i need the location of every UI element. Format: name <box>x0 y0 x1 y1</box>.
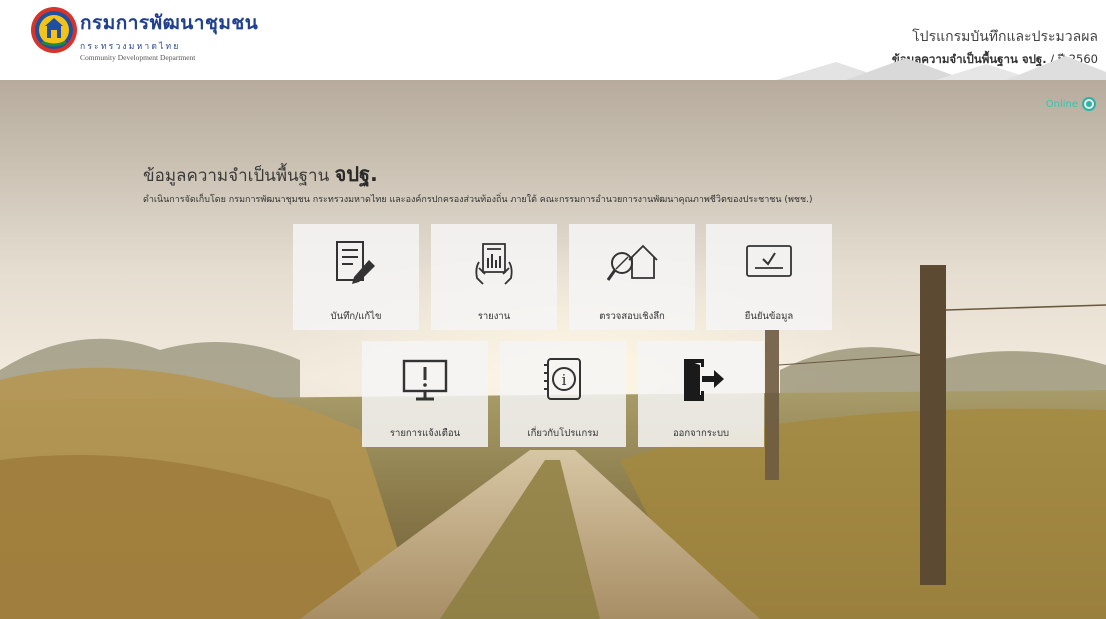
online-indicator-icon <box>1082 97 1096 111</box>
menu-tile-label: เกี่ยวกับโปรแกรม <box>527 428 599 439</box>
header: กรมการพัฒนาชุมชน กระทรวงมหาดไทย Communit… <box>0 0 1106 80</box>
page-title-text: ข้อมูลความจำเป็นพื้นฐาน <box>143 166 330 186</box>
brand-english-name: Community Development Department <box>80 53 196 62</box>
menu-tile-about[interactable]: i เกี่ยวกับโปรแกรม <box>500 341 626 447</box>
page-title: ข้อมูลความจำเป็นพื้นฐาน จปฐ. <box>143 158 378 190</box>
page-title-bold: จปฐ. <box>334 162 378 186</box>
menu-tile-label: ตรวจสอบเชิงลึก <box>599 311 665 322</box>
menu-tile-logout[interactable]: ออกจากระบบ <box>638 341 764 447</box>
brand-name: กรมการพัฒนาชุมชน <box>80 12 259 34</box>
page-description: ดำเนินการจัดเก็บโดย กรมการพัฒนาชุมชน กระ… <box>143 195 813 205</box>
menu-tile-label: บันทึก/แก้ไข <box>330 311 382 322</box>
menu-tile-report[interactable]: รายงาน <box>431 224 557 330</box>
edit-document-icon <box>293 238 419 294</box>
menu-tile-label: รายงาน <box>477 311 511 322</box>
menu-tile-label: รายการแจ้งเตือน <box>389 428 461 439</box>
menu-tile-label: ยืนยันข้อมูล <box>744 311 794 322</box>
inspect-house-icon <box>569 238 695 294</box>
program-title: โปรแกรมบันทึกและประมวลผล <box>912 29 1098 45</box>
online-status-label: Online <box>1045 98 1078 110</box>
brand-block: กรมการพัฒนาชุมชน กระทรวงมหาดไทย Communit… <box>80 8 258 62</box>
ministry-name: กระทรวงมหาดไทย <box>80 42 181 52</box>
menu-tile-confirm[interactable]: ยืนยันข้อมูล <box>706 224 832 330</box>
menu-tile-alerts[interactable]: รายการแจ้งเตือน <box>362 341 488 447</box>
logout-icon <box>638 355 764 411</box>
department-logo[interactable] <box>30 6 78 54</box>
report-icon <box>431 238 557 294</box>
svg-text:i: i <box>562 371 567 389</box>
menu-tile-edit[interactable]: บันทึก/แก้ไข <box>293 224 419 330</box>
menu-tile-inspect[interactable]: ตรวจสอบเชิงลึก <box>569 224 695 330</box>
confirm-data-icon <box>706 238 832 294</box>
alert-monitor-icon <box>362 355 488 411</box>
roof-decoration <box>776 56 1106 80</box>
online-status: Online <box>1046 97 1096 111</box>
menu-tile-label: ออกจากระบบ <box>672 428 730 439</box>
info-icon: i <box>500 355 626 411</box>
